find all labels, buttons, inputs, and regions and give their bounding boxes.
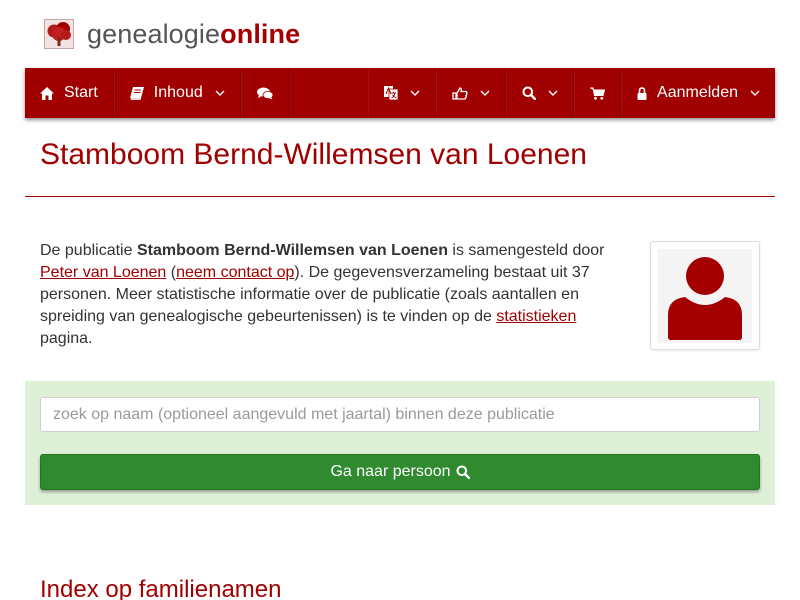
chevron-down-icon [215, 90, 225, 96]
person-search-input[interactable] [40, 397, 760, 432]
nav-language[interactable] [368, 68, 437, 118]
person-search-panel: Ga naar persoon [25, 381, 775, 505]
publication-name: Stamboom Bernd-Willemsen van Loenen [136, 242, 448, 259]
book-icon [129, 86, 144, 100]
nav-aanmelden-label: Aanmelden [657, 84, 738, 101]
brand-logo-link[interactable]: genealogieonline [44, 18, 300, 50]
thumbs-up-icon [452, 86, 468, 100]
nav-cart[interactable] [574, 68, 622, 118]
nav-search[interactable] [506, 68, 575, 118]
nav-aanmelden[interactable]: Aanmelden [621, 68, 775, 118]
surname-index-heading: Index op familienamen [40, 576, 282, 600]
comments-icon [256, 87, 273, 100]
language-icon [384, 86, 399, 100]
nav-forum[interactable] [240, 68, 289, 118]
search-icon [522, 86, 537, 100]
statistics-link[interactable]: statistieken [496, 308, 576, 325]
author-link[interactable]: Peter van Loenen [40, 264, 166, 281]
chevron-down-icon [750, 90, 760, 96]
intro-text-2: is samengesteld door [447, 242, 605, 259]
title-divider [25, 196, 775, 197]
nav-recommend[interactable] [436, 68, 507, 118]
user-silhouette-icon [658, 249, 752, 343]
nav-inhoud[interactable]: Inhoud [113, 68, 241, 118]
brand-name-part2: online [220, 18, 301, 49]
chevron-down-icon [410, 90, 420, 96]
page-title: Stamboom Bernd-Willemsen van Loenen [40, 138, 587, 171]
intro-text-1: De publicatie [40, 242, 137, 259]
chevron-down-icon [480, 90, 490, 96]
go-to-person-label: Ga naar persoon [330, 463, 451, 480]
author-avatar[interactable] [650, 241, 760, 350]
contact-link[interactable]: neem contact op [176, 264, 294, 281]
search-icon [456, 465, 470, 479]
tree-logo-icon [44, 19, 74, 49]
chevron-down-icon [548, 90, 558, 96]
main-navbar: Start Inhoud Aanmelden [25, 68, 775, 118]
cart-icon [590, 87, 606, 100]
go-to-person-button[interactable]: Ga naar persoon [40, 454, 760, 490]
intro-text-5: pagina. [40, 330, 93, 347]
publication-intro: De publicatie Stamboom Bernd-Willemsen v… [40, 240, 630, 350]
brand-name: genealogieonline [87, 19, 300, 50]
home-icon [40, 86, 54, 100]
nav-start-label: Start [64, 84, 98, 101]
nav-inhoud-label: Inhoud [153, 84, 203, 101]
nav-start[interactable]: Start [25, 68, 114, 118]
brand-name-part1: genealogie [87, 18, 221, 49]
lock-icon [637, 86, 647, 100]
intro-text-3: ( [166, 264, 177, 281]
